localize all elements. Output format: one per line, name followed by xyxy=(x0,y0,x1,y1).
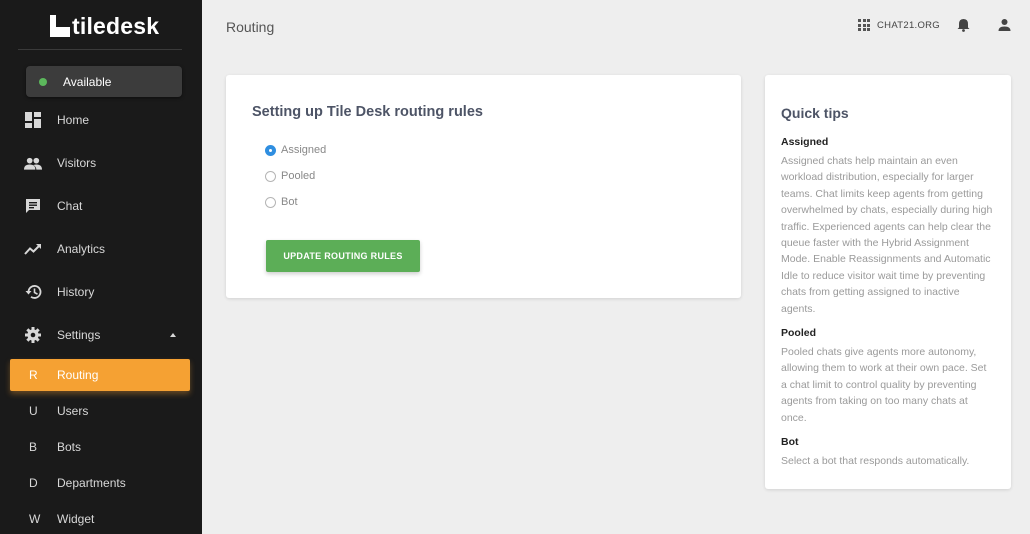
sidebar-item-label: Chat xyxy=(57,199,83,213)
sidebar-item-visitors[interactable]: Visitors xyxy=(0,147,202,179)
dashboard-icon xyxy=(24,111,42,129)
routing-rules-card: Setting up Tile Desk routing rules Assig… xyxy=(226,75,741,298)
tiledesk-logo[interactable]: tiledesk xyxy=(50,13,159,39)
sidebar-item-label: Home xyxy=(57,113,90,127)
update-routing-rules-button[interactable]: UPDATE ROUTING RULES xyxy=(266,240,420,272)
apps-grid-icon xyxy=(858,19,870,31)
routing-option-assigned[interactable]: Assigned xyxy=(265,144,326,156)
sidebar-subitem-widget[interactable]: W Widget xyxy=(10,503,190,534)
caret-up-icon xyxy=(170,333,176,337)
tip-heading-bot: Bot xyxy=(781,436,799,448)
tip-body-pooled: Pooled chats give agents more autonomy, … xyxy=(781,346,987,424)
sidebar-divider xyxy=(18,49,182,50)
sidebar-item-label: Settings xyxy=(57,328,101,342)
trending-up-icon xyxy=(24,240,42,258)
status-label: Available xyxy=(63,74,112,89)
sidebar-subitem-departments[interactable]: D Departments xyxy=(10,467,190,499)
subitem-letter: R xyxy=(29,368,38,382)
routing-card-title: Setting up Tile Desk routing rules xyxy=(252,104,483,120)
tip-heading-assigned: Assigned xyxy=(781,136,829,148)
availability-status-button[interactable]: Available xyxy=(26,66,182,97)
status-dot-icon xyxy=(39,77,47,86)
tip-heading-pooled: Pooled xyxy=(781,327,817,339)
user-account-icon[interactable] xyxy=(998,18,1011,32)
sidebar-item-home[interactable]: Home xyxy=(0,104,202,136)
subitem-label: Bots xyxy=(57,440,82,454)
page-title: Routing xyxy=(226,19,275,35)
subitem-letter: W xyxy=(29,512,41,526)
routing-option-pooled[interactable]: Pooled xyxy=(265,170,315,182)
quick-tips-title: Quick tips xyxy=(781,105,849,121)
subitem-label: Departments xyxy=(57,476,126,490)
gear-icon xyxy=(24,326,42,344)
sidebar-item-label: Analytics xyxy=(57,242,106,256)
history-icon xyxy=(24,283,42,301)
org-switcher[interactable]: CHAT21.ORG xyxy=(858,19,940,31)
subitem-label: Users xyxy=(57,404,89,418)
sidebar-subitem-users[interactable]: U Users xyxy=(10,395,190,427)
subitem-letter: U xyxy=(29,404,38,418)
logo-mark-icon xyxy=(50,15,70,37)
people-icon xyxy=(24,154,42,172)
sidebar-item-chat[interactable]: Chat xyxy=(0,190,202,222)
radio-button-checked[interactable] xyxy=(265,144,276,156)
sidebar-item-label: History xyxy=(57,285,95,299)
quick-tips-card: Quick tips Assigned Assigned chats help … xyxy=(765,75,1011,489)
tip-body-assigned: Assigned chats help maintain an even wor… xyxy=(781,155,993,315)
routing-option-bot[interactable]: Bot xyxy=(265,196,298,208)
radio-label: Pooled xyxy=(281,170,316,182)
sidebar-item-history[interactable]: History xyxy=(0,276,202,308)
chat-icon xyxy=(24,197,42,215)
bell-icon[interactable] xyxy=(957,18,970,32)
logo-text: tiledesk xyxy=(72,12,160,39)
subitem-letter: B xyxy=(29,440,38,454)
sidebar-item-settings[interactable]: Settings xyxy=(0,319,202,351)
subitem-label: Routing xyxy=(57,368,99,382)
sidebar-subitem-routing[interactable]: R Routing xyxy=(10,359,190,391)
sidebar-subitem-bots[interactable]: B Bots xyxy=(10,431,190,463)
radio-button[interactable] xyxy=(265,170,276,182)
sidebar: tiledesk Available Home Visitors Chat An… xyxy=(0,0,202,534)
subitem-label: Widget xyxy=(57,512,95,526)
radio-label: Assigned xyxy=(281,144,327,156)
tip-body-bot: Select a bot that responds automatically… xyxy=(781,455,970,467)
radio-label: Bot xyxy=(281,196,298,208)
org-name: CHAT21.ORG xyxy=(877,19,941,31)
sidebar-item-label: Visitors xyxy=(57,156,97,170)
sidebar-item-analytics[interactable]: Analytics xyxy=(0,233,202,265)
subitem-letter: D xyxy=(29,476,38,490)
radio-button[interactable] xyxy=(265,196,276,208)
